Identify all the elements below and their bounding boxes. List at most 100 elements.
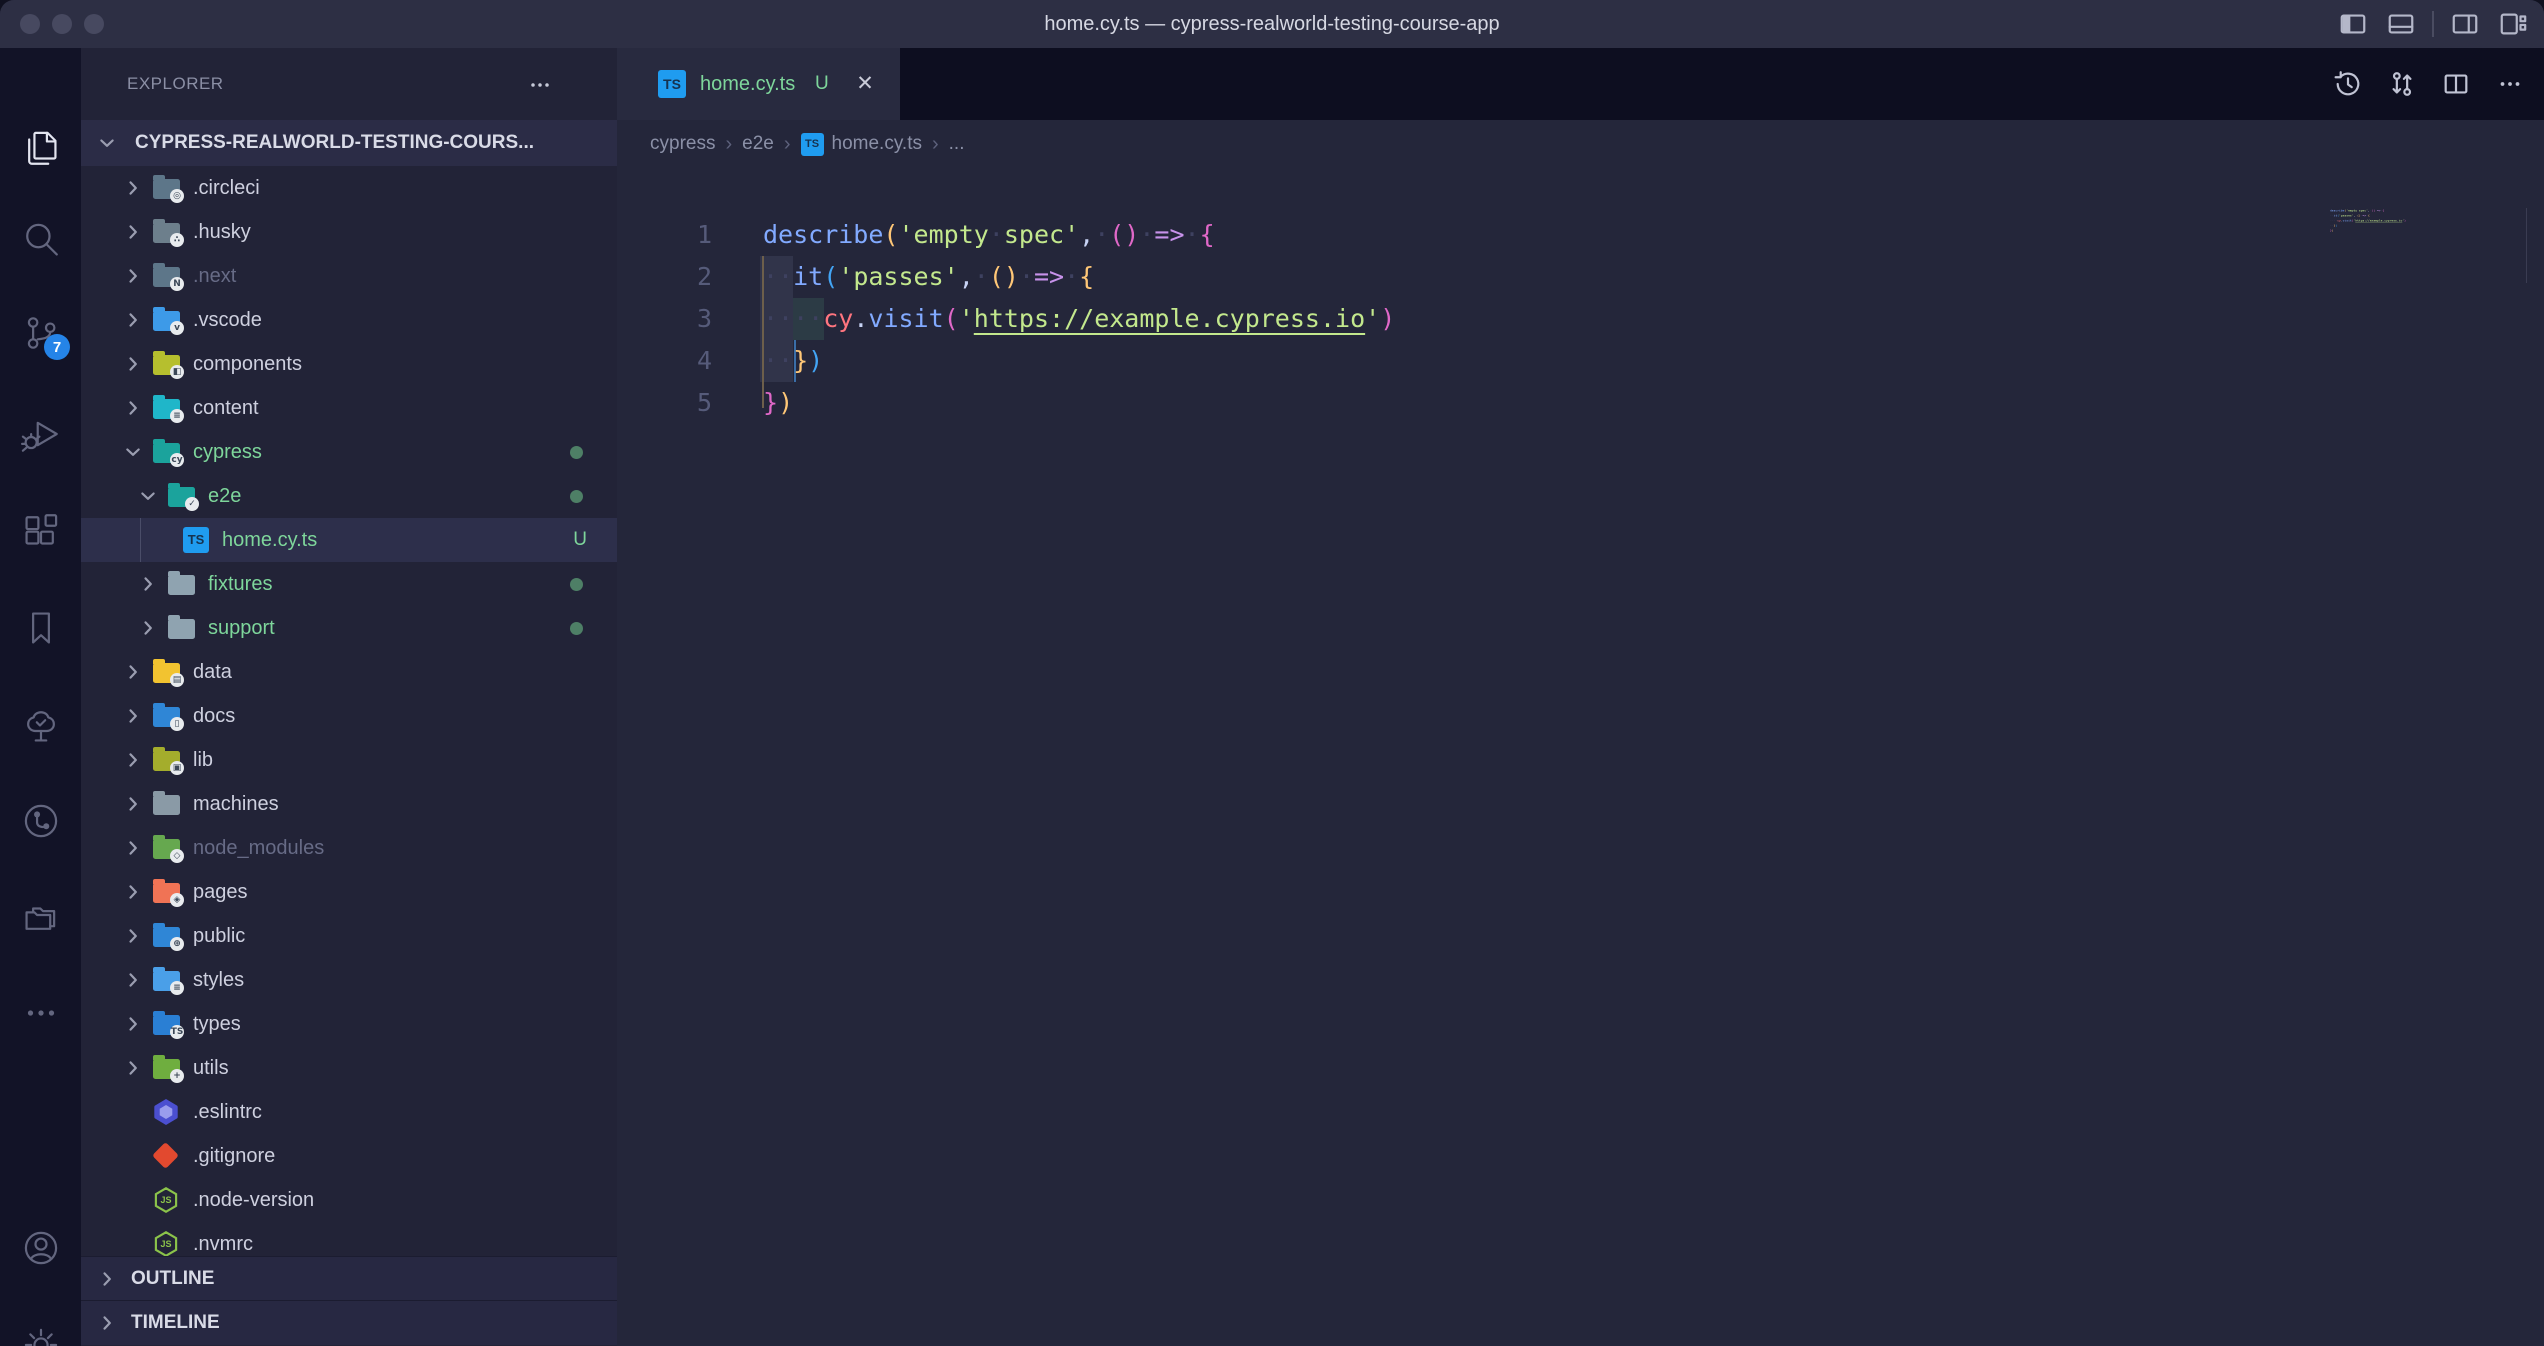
toggle-secondary-sidebar-button[interactable] (2448, 7, 2482, 41)
breadcrumb-item-e2e[interactable]: e2e (742, 133, 774, 155)
minimap[interactable]: describe('empty·spec',·()·=>·{··it('pass… (2330, 208, 2530, 348)
tree-item-fixtures[interactable]: fixtures (81, 562, 617, 606)
tree-item-data[interactable]: ▤data (81, 650, 617, 694)
breadcrumb-item-cypress[interactable]: cypress (650, 133, 715, 155)
chevron-right-icon[interactable] (123, 882, 143, 902)
tree-item-e2e[interactable]: ✓e2e (81, 474, 617, 518)
extensions-icon (20, 512, 62, 554)
tree-item-lib[interactable]: ▣lib (81, 738, 617, 782)
chevron-right-icon[interactable] (123, 1058, 143, 1078)
file-tree: ◎ .circleci∴.huskyN.nextv.vscode◧componen… (81, 166, 617, 1304)
activity-run-and-debug-button[interactable] (20, 413, 62, 455)
window-title: home.cy.ts — cypress-realworld-testing-c… (0, 0, 2544, 48)
tree-item--node-version[interactable]: JS.node-version (81, 1178, 617, 1222)
chevron-right-icon[interactable] (123, 178, 143, 198)
split-editor-button[interactable] (2440, 68, 2472, 100)
tree-item-utils[interactable]: +utils (81, 1046, 617, 1090)
activity-extensions-button[interactable] (20, 512, 62, 554)
tree-item--circleci[interactable]: ◎ .circleci (81, 166, 617, 210)
search-icon (20, 219, 62, 261)
activity-bookmarks-button[interactable] (20, 607, 62, 649)
tree-item-icon: ▤ (153, 659, 180, 688)
chevron-right-icon[interactable] (138, 574, 158, 594)
tree-item-types[interactable]: TStypes (81, 1002, 617, 1046)
tree-item-label: .next (193, 254, 236, 298)
activity-search-button[interactable] (20, 219, 62, 261)
tree-item-icon: TS (183, 527, 209, 553)
tree-item--vscode[interactable]: v.vscode (81, 298, 617, 342)
activity-manage-settings-button[interactable] (20, 1324, 62, 1346)
activity-testing-tree-button[interactable] (20, 705, 62, 747)
tab-close-icon[interactable]: ✕ (845, 48, 885, 120)
panel-timeline[interactable]: TIMELINE (81, 1300, 617, 1345)
chevron-right-icon[interactable] (123, 398, 143, 418)
panel-outline[interactable]: OUTLINE (81, 1256, 617, 1301)
code-line[interactable]: ··it('passes',·()·=>·{ (763, 256, 1094, 298)
chevron-right-icon[interactable] (138, 618, 158, 638)
activity-explorer-button[interactable] (20, 127, 62, 169)
tree-item-label: .circleci (193, 166, 260, 210)
project-section-label: CYPRESS-REALWORLD-TESTING-COURS... (135, 120, 534, 166)
chevron-right-icon[interactable] (123, 750, 143, 770)
code-line[interactable]: ····cy.visit('https://example.cypress.io… (763, 298, 1395, 340)
tree-item-cypress[interactable]: cycypress (81, 430, 617, 474)
tree-item-machines[interactable]: machines (81, 782, 617, 826)
tree-item-label: .node-version (193, 1178, 314, 1222)
explorer-more-actions-button[interactable] (525, 70, 555, 100)
tree-item-public[interactable]: ⊕public (81, 914, 617, 958)
activity-accounts-button[interactable] (20, 1227, 62, 1269)
tree-item--next[interactable]: N.next (81, 254, 617, 298)
chevron-right-icon[interactable] (123, 310, 143, 330)
breadcrumb-item-home-cy-ts[interactable]: TShome.cy.ts (801, 133, 922, 156)
chevron-right-icon[interactable] (123, 266, 143, 286)
tree-item--gitignore[interactable]: .gitignore (81, 1134, 617, 1178)
activity-git-graph-button[interactable] (20, 800, 62, 842)
chevron-down-icon[interactable] (123, 442, 143, 462)
tree-item-content[interactable]: ≡content (81, 386, 617, 430)
folder-icon: ▤ (153, 663, 180, 683)
toggle-primary-sidebar-button[interactable] (2336, 7, 2370, 41)
chevron-right-icon[interactable] (123, 926, 143, 946)
tree-item-icon: TS (153, 1011, 180, 1040)
tree-item--eslintrc[interactable]: .eslintrc (81, 1090, 617, 1134)
chevron-down-icon[interactable] (138, 486, 158, 506)
tab-home-cy-ts[interactable]: TS home.cy.ts U ✕ (617, 48, 900, 120)
folder-icon: ◎ (153, 179, 180, 199)
open-changes-button[interactable] (2386, 68, 2418, 100)
tree-item-styles[interactable]: ≡styles (81, 958, 617, 1002)
chevron-right-icon[interactable] (123, 838, 143, 858)
vscode-window: home.cy.ts — cypress-realworld-testing-c… (0, 0, 2544, 1346)
tree-item-support[interactable]: support (81, 606, 617, 650)
activity-additional-views-button[interactable] (20, 992, 62, 1034)
customize-layout-button[interactable] (2496, 7, 2530, 41)
project-section-header[interactable]: CYPRESS-REALWORLD-TESTING-COURS... (81, 120, 617, 166)
tree-item-components[interactable]: ◧components (81, 342, 617, 386)
code-line[interactable]: describe('empty·spec',·()·=>·{ (763, 214, 1215, 256)
tree-item-label: node_modules (193, 826, 324, 870)
breadcrumb-item--[interactable]: ... (949, 133, 965, 155)
activity-source-control-button[interactable]: 7 (20, 312, 62, 354)
folder-icon: ≡ (153, 399, 180, 419)
timeline-history-button[interactable] (2332, 68, 2364, 100)
chevron-right-icon[interactable] (123, 706, 143, 726)
tree-item--husky[interactable]: ∴.husky (81, 210, 617, 254)
code-line[interactable]: }) (763, 382, 793, 424)
chevron-right-icon[interactable] (123, 970, 143, 990)
tree-item-label: .husky (193, 210, 251, 254)
chevron-right-icon[interactable] (123, 354, 143, 374)
tree-item-docs[interactable]: ▯docs (81, 694, 617, 738)
chevron-right-icon[interactable] (123, 794, 143, 814)
chevron-right-icon[interactable] (123, 1014, 143, 1034)
activity-project-manager-button[interactable] (20, 896, 62, 938)
tree-item-node-modules[interactable]: ◇node_modules (81, 826, 617, 870)
tree-item-pages[interactable]: ◈pages (81, 870, 617, 914)
code-line[interactable]: ··}) (763, 340, 823, 382)
tree-item-icon: ◎ (153, 175, 180, 204)
chevron-right-icon[interactable] (123, 662, 143, 682)
tree-item-home-cy-ts[interactable]: TShome.cy.tsU (81, 518, 617, 562)
code-editor[interactable]: 12345 describe('empty·spec',·()·=>·{··it… (617, 168, 2544, 1346)
toggle-panel-button[interactable] (2384, 7, 2418, 41)
chevron-right-icon[interactable] (123, 222, 143, 242)
chevron-down-icon (97, 133, 117, 153)
more-actions-button[interactable] (2494, 68, 2526, 100)
